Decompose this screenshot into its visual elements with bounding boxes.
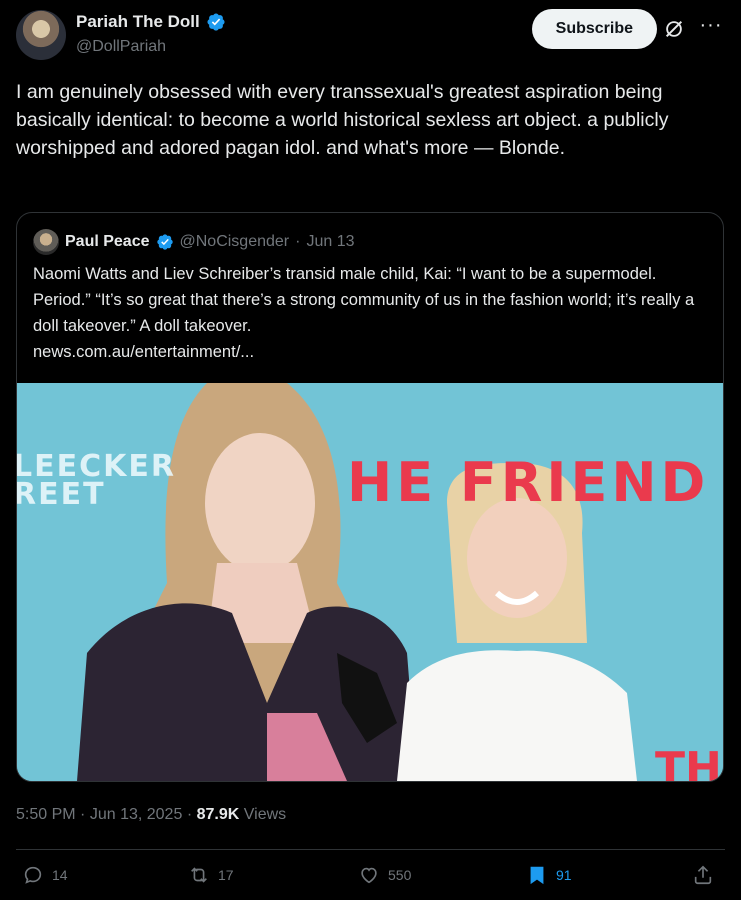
divider	[16, 849, 725, 850]
views-count: 87.9K	[196, 806, 240, 823]
more-icon[interactable]: ···	[699, 15, 723, 40]
bookmark-button[interactable]: 91	[526, 864, 572, 886]
repost-button[interactable]: 17	[188, 864, 234, 886]
share-button[interactable]	[692, 864, 714, 886]
photo-sign-friend: HE FRIEND	[347, 451, 710, 514]
photo-sign-line-2: REET	[17, 477, 106, 512]
tweet-meta: 5:50 PM · Jun 13, 2025 · 87.9K Views	[16, 806, 286, 824]
verified-badge-icon[interactable]	[206, 12, 226, 32]
quote-separator: ·	[295, 233, 301, 250]
author-handle[interactable]: @DollPariah	[76, 38, 166, 56]
author-name-row: Pariah The Doll	[76, 12, 226, 32]
author-display-name[interactable]: Pariah The Doll	[76, 12, 200, 32]
quoted-tweet[interactable]: Paul Peace @NoCisgender · Jun 13 Naomi W…	[16, 212, 724, 782]
meta-separator-2: ·	[186, 806, 193, 823]
quote-photo[interactable]: LEECKER REET HE FRIEND TH	[17, 383, 723, 781]
quote-link[interactable]: news.com.au/entertainment/...	[33, 343, 254, 361]
quote-author-handle: @NoCisgender	[179, 233, 290, 250]
photo-illustration	[17, 383, 723, 781]
repost-icon	[191, 867, 207, 883]
reply-count: 14	[52, 867, 68, 883]
author-avatar[interactable]	[16, 10, 66, 60]
reply-icon	[24, 866, 42, 884]
meta-separator: ·	[80, 806, 86, 823]
action-bar: 14 17 550 91	[22, 864, 722, 896]
bookmark-icon	[530, 866, 544, 885]
photo-sign-bleecker: LEECKER REET	[17, 452, 176, 512]
reply-button[interactable]: 14	[22, 864, 68, 886]
tweet-date[interactable]: Jun 13, 2025	[90, 806, 183, 823]
share-icon	[694, 865, 712, 885]
bookmark-count: 91	[556, 867, 572, 883]
grok-icon[interactable]	[663, 18, 685, 40]
tweet-header: Pariah The Doll @DollPariah Subscribe ··…	[16, 9, 725, 62]
repost-count: 17	[218, 867, 234, 883]
quote-author-avatar	[33, 229, 59, 255]
quote-body: Naomi Watts and Liev Schreiber’s transid…	[33, 265, 695, 335]
quote-header: Paul Peace @NoCisgender · Jun 13	[33, 229, 355, 255]
quote-author-name: Paul Peace	[65, 233, 150, 250]
quote-text: Naomi Watts and Liev Schreiber’s transid…	[33, 261, 713, 365]
tweet-time[interactable]: 5:50 PM	[16, 806, 76, 823]
views-label: Views	[243, 806, 287, 823]
like-count: 550	[388, 867, 412, 883]
quote-date: Jun 13	[306, 233, 355, 250]
subscribe-button[interactable]: Subscribe	[531, 9, 657, 49]
photo-sign-corner: TH	[655, 743, 722, 781]
like-icon	[361, 867, 377, 884]
like-button[interactable]: 550	[358, 864, 411, 886]
tweet-text: I am genuinely obsessed with every trans…	[16, 81, 669, 159]
verified-badge-icon	[156, 234, 173, 250]
